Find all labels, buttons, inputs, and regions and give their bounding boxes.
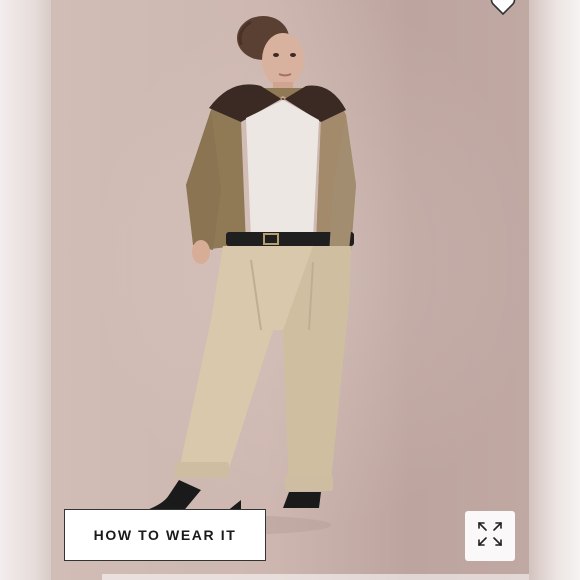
- model-illustration: [111, 16, 356, 535]
- photo-bottom-edge: [102, 574, 529, 580]
- wishlist-button[interactable]: [488, 0, 518, 18]
- product-photo[interactable]: [51, 0, 529, 580]
- product-gallery: HOW TO WEAR IT: [0, 0, 580, 580]
- heart-outline-icon: [490, 0, 516, 21]
- how-to-wear-button[interactable]: HOW TO WEAR IT: [64, 509, 266, 561]
- expand-arrows-icon: [476, 520, 504, 553]
- expand-image-button[interactable]: [465, 511, 515, 561]
- how-to-wear-label: HOW TO WEAR IT: [93, 527, 237, 543]
